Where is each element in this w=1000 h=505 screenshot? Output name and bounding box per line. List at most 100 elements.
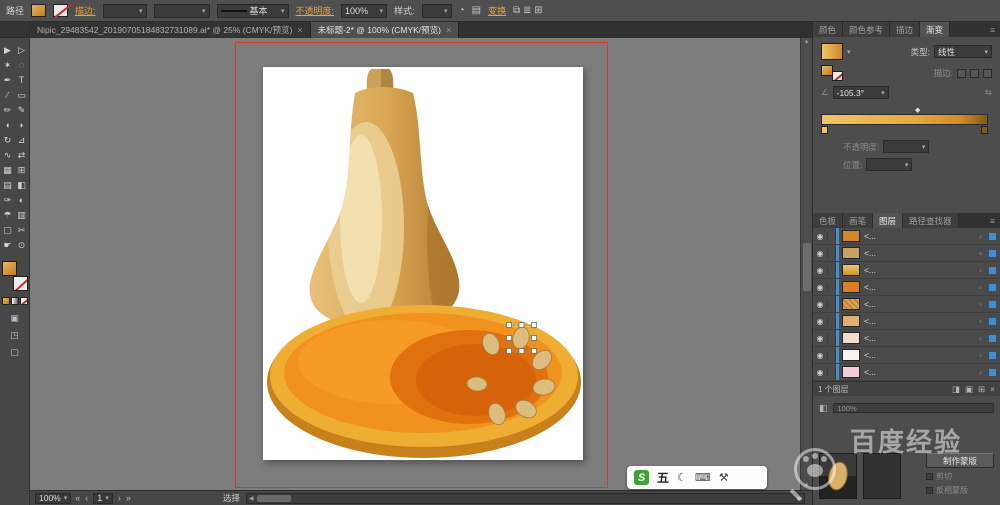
artboard-tool[interactable]: ▢	[1, 223, 15, 238]
opacity-link[interactable]: 不透明度:	[296, 4, 335, 17]
stroke-swatch-none[interactable]	[12, 276, 28, 291]
panel-menu-icon[interactable]: ≡	[985, 213, 1000, 228]
recolor-artwork-icon[interactable]: ◔	[459, 5, 465, 16]
gradient-slider[interactable]: ◆	[821, 107, 992, 135]
selected-art-indicator[interactable]	[989, 300, 996, 308]
document-tab-1[interactable]: Nipic_29483542_20190705184832731089.ai* …	[30, 22, 311, 38]
target-circle-icon[interactable]: ◦	[979, 334, 989, 343]
moon-icon[interactable]: ☾	[677, 471, 687, 484]
style-swatch-select[interactable]: ▾	[421, 3, 452, 18]
pen-tool[interactable]: ✒	[1, 73, 15, 88]
align-icons[interactable]: ⧉ ≣ ⊞	[513, 5, 542, 16]
gradient-stop-left[interactable]	[821, 126, 828, 134]
scale-tool[interactable]: ⊿	[15, 133, 29, 148]
vertical-scroll-thumb[interactable]	[803, 243, 811, 291]
zoom-tool[interactable]: ⊙	[15, 238, 29, 253]
slice-tool[interactable]: ✂	[15, 223, 29, 238]
horizontal-scrollbar[interactable]: ◀ ▶	[245, 492, 805, 504]
shape-builder-tool[interactable]: ▦	[1, 163, 15, 178]
selected-art-indicator[interactable]	[989, 283, 996, 291]
direct-selection-tool[interactable]: ▷	[15, 43, 29, 58]
whole-squash[interactable]	[309, 69, 477, 343]
free-transform-tool[interactable]: ⇄	[15, 148, 29, 163]
next-artboard-button[interactable]: ›	[118, 493, 121, 503]
tab-stroke[interactable]: 描边	[890, 22, 921, 37]
magic-wand-tool[interactable]: ✶	[1, 58, 15, 73]
screen-mode-icon[interactable]: ▢	[10, 347, 19, 358]
cut-squash-half[interactable]	[267, 305, 581, 458]
fill-color-swatch[interactable]	[31, 4, 47, 17]
selected-art-indicator[interactable]	[989, 249, 996, 257]
target-circle-icon[interactable]: ◦	[979, 368, 989, 377]
lock-column[interactable]	[828, 330, 836, 346]
color-button[interactable]	[1, 297, 10, 305]
gradient-button[interactable]	[10, 297, 19, 305]
tab-pathfinder[interactable]: 路径查找器	[903, 213, 959, 228]
make-clip-mask-icon[interactable]: ◨	[952, 384, 960, 395]
selection-tool[interactable]: ▶	[1, 43, 15, 58]
scroll-up-icon[interactable]: ▲	[801, 39, 812, 45]
prev-artboard-button[interactable]: ‹	[85, 493, 88, 503]
document-tab-2[interactable]: 未标题-2* @ 100% (CMYK/预览) ×	[310, 22, 460, 38]
tab-gradient[interactable]: 渐变	[920, 22, 951, 37]
clip-checkbox[interactable]	[926, 473, 933, 480]
pencil-tool[interactable]: ✎	[15, 103, 29, 118]
tab-color-guide[interactable]: 颜色参考	[843, 22, 891, 37]
artboard[interactable]	[263, 67, 583, 460]
visibility-eye-icon[interactable]: ◉	[813, 248, 828, 258]
target-circle-icon[interactable]: ◦	[979, 283, 989, 292]
invert-mask-checkbox[interactable]	[926, 487, 933, 494]
selected-art-indicator[interactable]	[989, 368, 996, 376]
close-icon[interactable]: ×	[297, 25, 302, 35]
selected-art-indicator[interactable]	[989, 334, 996, 342]
lock-column[interactable]	[828, 245, 836, 261]
visibility-eye-icon[interactable]: ◉	[813, 367, 828, 377]
target-circle-icon[interactable]: ◦	[979, 351, 989, 360]
reverse-gradient-icon[interactable]: ⇆	[985, 87, 992, 98]
opacity-value-field[interactable]: 100% ▾	[341, 3, 388, 18]
document-setup-icon[interactable]: ▤	[472, 5, 481, 16]
panel-menu-icon[interactable]: ≡	[985, 22, 1000, 37]
layer-row[interactable]: ◉ <... ◦	[813, 262, 1000, 279]
layer-row[interactable]: ◉ <... ◦	[813, 279, 1000, 296]
make-mask-button[interactable]: 制作蒙版	[926, 453, 994, 468]
opacity-slider[interactable]: 100%	[832, 403, 994, 413]
layer-row[interactable]: ◉ <... ◦	[813, 296, 1000, 313]
layer-row[interactable]: ◉ <... ◦	[813, 245, 1000, 262]
visibility-eye-icon[interactable]: ◉	[813, 282, 828, 292]
hand-tool[interactable]: ☛	[1, 238, 15, 253]
selected-art-indicator[interactable]	[989, 317, 996, 325]
brush-definition-select[interactable]: 基本 ▾	[216, 3, 289, 18]
gradient-preview-swatch[interactable]	[821, 43, 843, 60]
lock-column[interactable]	[828, 347, 836, 363]
gradient-bar[interactable]	[821, 114, 988, 125]
layer-row[interactable]: ◉ <... ◦	[813, 347, 1000, 364]
rotate-tool[interactable]: ↻	[1, 133, 15, 148]
column-graph-tool[interactable]: ▥	[15, 208, 29, 223]
layer-row[interactable]: ◉ <... ◦	[813, 313, 1000, 330]
perspective-grid-tool[interactable]: ⊞	[15, 163, 29, 178]
draw-behind-icon[interactable]: ◳	[10, 330, 19, 341]
lock-column[interactable]	[828, 296, 836, 312]
stroke-color-swatch[interactable]	[53, 4, 69, 17]
symbol-sprayer-tool[interactable]: ☂	[1, 208, 15, 223]
transparency-mask-thumbnail[interactable]	[863, 453, 901, 499]
type-tool[interactable]: T	[15, 73, 29, 88]
stroke-weight-select[interactable]: ▾	[102, 3, 147, 18]
transform-link[interactable]: 变换	[488, 4, 506, 17]
target-circle-icon[interactable]: ◦	[979, 249, 989, 258]
last-artboard-button[interactable]: »	[126, 493, 131, 503]
rectangle-tool[interactable]: ▭	[15, 88, 29, 103]
visibility-eye-icon[interactable]: ◉	[813, 316, 828, 326]
transparency-art-thumbnail[interactable]	[819, 453, 857, 499]
selected-art-indicator[interactable]	[989, 351, 996, 359]
tab-swatches[interactable]: 色板	[813, 213, 844, 228]
scroll-down-icon[interactable]: ▼	[801, 483, 812, 489]
new-sublayer-icon[interactable]: ▣	[965, 384, 973, 395]
toolbox-icon[interactable]: ⚒	[719, 471, 729, 484]
layer-row[interactable]: ◉ <... ◦	[813, 228, 1000, 245]
ime-toolbar[interactable]: S 五 ☾ ⌨ ⚒	[627, 466, 767, 489]
keyboard-icon[interactable]: ⌨	[695, 471, 711, 484]
zoom-select[interactable]: 100% ▾	[35, 492, 72, 504]
draw-normal-icon[interactable]: ▣	[10, 313, 19, 324]
